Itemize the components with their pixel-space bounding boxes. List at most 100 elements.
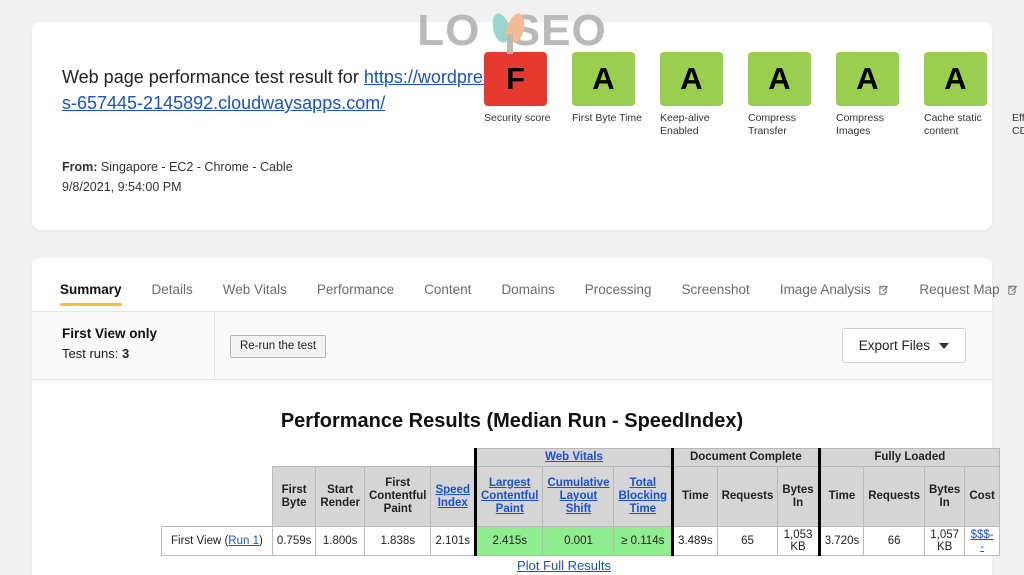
cell-start-render: 1.800s xyxy=(315,526,365,556)
col-header-speed-index: Speed Index xyxy=(430,466,476,527)
cell-first-byte: 0.759s xyxy=(271,526,317,556)
test-runs-value: 3 xyxy=(121,346,130,361)
tab-performance-label: Performance xyxy=(316,282,395,297)
test-location-line: From: Singapore - EC2 - Chrome - Cable xyxy=(62,158,293,176)
tab-bar: Summary Details Web Vitals Performance C… xyxy=(32,258,1018,312)
grade-item-cache-static-content[interactable]: A Cache static content xyxy=(924,52,997,137)
col-header-largest-contentful-paint: Largest Contentful Paint xyxy=(473,466,544,527)
tab-web-vitals-label: Web Vitals xyxy=(222,282,287,297)
col-header-full-requests: Requests xyxy=(863,466,925,527)
cell-cost: $$$-- xyxy=(964,526,1000,556)
grade-item-keep-alive-enabled[interactable]: A Keep-alive Enabled xyxy=(660,52,733,137)
tab-image-analysis[interactable]: Image Analysis xyxy=(780,282,890,311)
grade-box-first-byte-time: A xyxy=(572,52,635,106)
grade-item-first-byte-time[interactable]: A First Byte Time xyxy=(572,52,645,137)
grade-box-keep-alive-enabled: A xyxy=(660,52,723,106)
cell-full-time: 3.720s xyxy=(818,526,865,556)
cost-link[interactable]: $$$-- xyxy=(971,529,994,553)
cell-speed-index: 2.101s xyxy=(430,526,476,556)
results-toolbar: First View only Test runs: 3 Re-run the … xyxy=(32,312,992,380)
group-header-document-complete: Document Complete xyxy=(672,448,821,467)
external-link-icon xyxy=(879,285,889,295)
rerun-test-button[interactable]: Re-run the test xyxy=(230,335,327,358)
col-header-doc-requests: Requests xyxy=(716,466,779,527)
tab-request-map[interactable]: Request Map xyxy=(919,282,1018,311)
grade-box-effective-use-of-cdn: X xyxy=(1012,52,1024,106)
tab-domains-label: Domains xyxy=(501,282,555,297)
view-info-block: First View only Test runs: 3 xyxy=(62,324,214,363)
grade-item-compress-transfer[interactable]: A Compress Transfer xyxy=(748,52,821,137)
chevron-down-icon xyxy=(939,342,949,349)
col-header-cumulative-layout-shift: Cumulative Layout Shift xyxy=(542,466,615,527)
grade-item-security-score[interactable]: F Security score xyxy=(484,52,557,137)
cumulative-layout-shift-link[interactable]: Cumulative Layout Shift xyxy=(547,477,609,515)
test-title-text: Web page performance test result for xyxy=(62,67,359,87)
external-link-icon xyxy=(1008,285,1018,295)
cell-full-bytes-in: 1,057 KB xyxy=(923,526,966,556)
cell-doc-requests: 65 xyxy=(716,526,779,556)
cell-doc-time: 3.489s xyxy=(672,526,718,556)
tab-processing-label: Processing xyxy=(584,282,652,297)
export-files-label: Export Files xyxy=(858,338,930,353)
plot-full-results-wrap: Plot Full Results xyxy=(161,558,967,573)
group-header-blank-2 xyxy=(272,448,476,467)
grade-item-effective-use-of-cdn[interactable]: X Effective use of CDN xyxy=(1012,52,1024,137)
tab-summary[interactable]: Summary xyxy=(60,282,122,311)
tab-screenshot[interactable]: Screenshot xyxy=(682,282,750,311)
run-1-link[interactable]: Run 1 xyxy=(228,535,259,547)
export-files-button[interactable]: Export Files xyxy=(841,328,966,363)
web-vitals-link[interactable]: Web Vitals xyxy=(545,451,603,463)
grade-item-compress-images[interactable]: A Compress Images xyxy=(836,52,909,137)
table-row: First View (Run 1) 0.759s 1.800s 1.838s … xyxy=(161,526,1000,556)
results-card: Summary Details Web Vitals Performance C… xyxy=(32,258,1018,575)
tab-summary-label: Summary xyxy=(60,282,122,297)
test-timestamp: 9/8/2021, 9:54:00 PM xyxy=(62,180,182,194)
grade-label-keep-alive-enabled: Keep-alive Enabled xyxy=(660,112,710,137)
cell-cumulative-layout-shift: 0.001 xyxy=(542,526,615,556)
tab-image-analysis-label: Image Analysis xyxy=(779,282,871,297)
results-title: Performance Results (Median Run - SpeedI… xyxy=(280,410,744,432)
test-summary-card: Web page performance test result for htt… xyxy=(32,22,1024,230)
col-header-cost: Cost xyxy=(964,466,1000,527)
grade-box-compress-images: A xyxy=(836,52,899,106)
grade-label-first-byte-time: First Byte Time xyxy=(572,112,643,124)
cell-full-requests: 66 xyxy=(863,526,925,556)
speed-index-link[interactable]: Speed Index xyxy=(435,484,470,509)
test-runs-label: Test runs: xyxy=(62,346,119,361)
cell-first-contentful-paint: 1.838s xyxy=(363,526,432,556)
col-header-first-contentful-paint: First Contentful Paint xyxy=(363,466,432,527)
table-column-header-row: First Byte Start Render First Contentful… xyxy=(161,466,1000,527)
row-label-first-view: First View (Run 1) xyxy=(161,526,273,556)
col-header-doc-time: Time xyxy=(672,466,718,527)
grade-label-compress-transfer: Compress Transfer xyxy=(748,112,796,137)
from-value: Singapore - EC2 - Chrome - Cable xyxy=(100,160,293,174)
col-header-total-blocking-time: Total Blocking Time xyxy=(613,466,675,527)
grade-list: F Security score A First Byte Time A Kee… xyxy=(484,52,1024,137)
tab-web-vitals[interactable]: Web Vitals xyxy=(223,282,287,311)
row-label-prefix: First View ( xyxy=(171,535,229,547)
group-header-blank-1 xyxy=(161,448,273,467)
test-runs-line: Test runs: 3 xyxy=(62,344,214,363)
grade-box-cache-static-content: A xyxy=(924,52,987,106)
tab-details-label: Details xyxy=(151,282,193,297)
tab-details[interactable]: Details xyxy=(152,282,193,311)
table-group-header-row: Web Vitals Document Complete Fully Loade… xyxy=(161,448,1000,467)
largest-contentful-paint-link[interactable]: Largest Contentful Paint xyxy=(481,477,538,515)
plot-full-results-link[interactable]: Plot Full Results xyxy=(517,558,611,573)
test-title: Web page performance test result for htt… xyxy=(62,64,492,116)
group-header-web-vitals: Web Vitals xyxy=(473,448,675,467)
view-title: First View only xyxy=(62,326,158,341)
tab-processing[interactable]: Processing xyxy=(585,282,652,311)
tab-content[interactable]: Content xyxy=(424,282,471,311)
tab-content-label: Content xyxy=(424,282,472,297)
tab-performance[interactable]: Performance xyxy=(317,282,394,311)
cell-total-blocking-time: ≥ 0.114s xyxy=(613,526,675,556)
tab-request-map-label: Request Map xyxy=(919,282,1000,297)
total-blocking-time-link[interactable]: Total Blocking Time xyxy=(618,477,667,515)
toolbar-divider xyxy=(214,312,215,380)
group-header-fully-loaded: Fully Loaded xyxy=(818,448,1000,467)
performance-results-table-wrap: Web Vitals Document Complete Fully Loade… xyxy=(161,448,1000,556)
cell-doc-bytes-in: 1,053 KB xyxy=(777,526,821,556)
tab-domains[interactable]: Domains xyxy=(501,282,554,311)
col-header-start-render: Start Render xyxy=(315,466,365,527)
